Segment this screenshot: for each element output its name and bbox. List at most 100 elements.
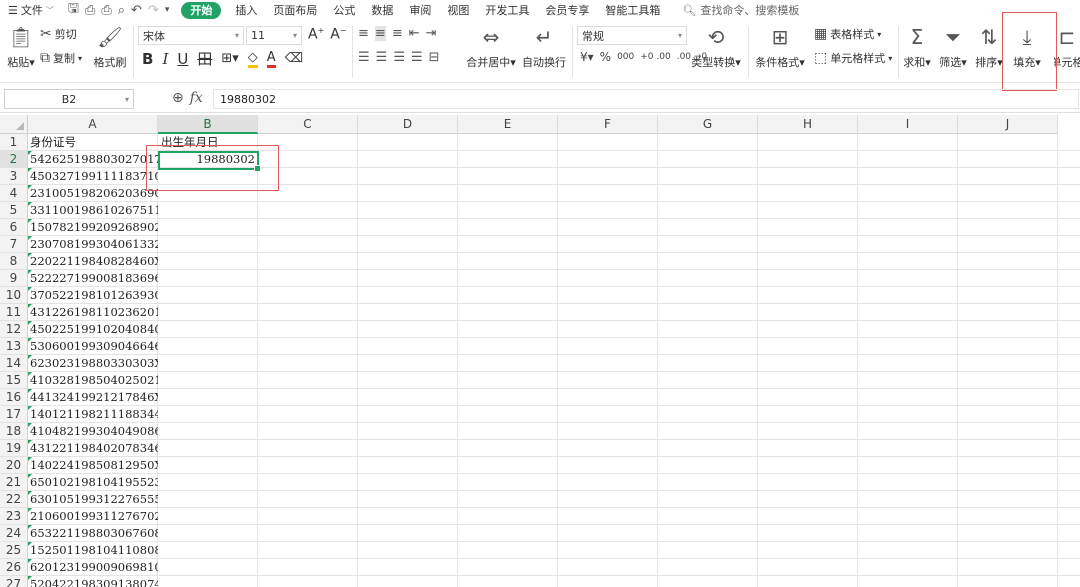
- cell-a[interactable]: 231005198206203690: [28, 185, 158, 201]
- cell-a[interactable]: 520422198309138074: [28, 576, 158, 587]
- decrease-font-icon[interactable]: A−: [330, 26, 346, 43]
- justify-icon[interactable]: ☰: [411, 50, 423, 65]
- column-header-g[interactable]: G: [658, 115, 758, 134]
- row-header[interactable]: 13: [0, 338, 28, 355]
- thousands-icon[interactable]: 000: [617, 52, 634, 62]
- row-header[interactable]: 7: [0, 236, 28, 253]
- cell-a[interactable]: 410482199304049086: [28, 423, 158, 439]
- cell-button[interactable]: ⊏ 单元格: [1054, 24, 1080, 70]
- print-icon[interactable]: ⎙: [101, 3, 111, 18]
- increase-font-icon[interactable]: A+: [308, 26, 324, 43]
- tab-smart-toolbox[interactable]: 智能工具箱: [597, 0, 668, 20]
- row-header[interactable]: 24: [0, 525, 28, 542]
- align-right-icon[interactable]: ☰: [393, 50, 405, 65]
- export-icon[interactable]: ⎙: [85, 3, 95, 18]
- font-name-select[interactable]: 宋体 ▾: [138, 26, 244, 45]
- font-color-icon[interactable]: A: [266, 50, 276, 68]
- indent-decrease-icon[interactable]: ⇤: [409, 26, 420, 41]
- cell-a[interactable]: 210600199311276702: [28, 508, 158, 524]
- cell-a[interactable]: 542625198803027017: [28, 151, 158, 167]
- tab-review[interactable]: 审阅: [401, 0, 439, 20]
- paste-button[interactable]: 📋︎ 粘贴▾: [6, 24, 36, 70]
- cell-a[interactable]: 650102198104195523: [28, 474, 158, 490]
- tab-home[interactable]: 开始: [181, 1, 222, 19]
- align-top-icon[interactable]: ≡: [358, 26, 369, 41]
- column-header-d[interactable]: D: [358, 115, 458, 134]
- column-header-a[interactable]: A: [28, 115, 158, 134]
- select-all-corner[interactable]: [0, 115, 28, 134]
- formula-input[interactable]: 19880302: [213, 89, 1079, 109]
- align-center-icon[interactable]: ☰: [376, 50, 388, 65]
- row-header[interactable]: 11: [0, 304, 28, 321]
- row-header[interactable]: 1: [0, 134, 28, 151]
- number-format-select[interactable]: 常规 ▾: [577, 26, 687, 45]
- cell-a[interactable]: 22022119840828460X: [28, 253, 158, 269]
- row-header[interactable]: 2: [0, 151, 28, 168]
- row-header[interactable]: 26: [0, 559, 28, 576]
- file-menu[interactable]: ☰ 文件 ﹀: [0, 0, 62, 20]
- row-header[interactable]: 14: [0, 355, 28, 372]
- type-convert-button[interactable]: ⟲ 类型转换▾: [691, 24, 741, 70]
- row-header[interactable]: 25: [0, 542, 28, 559]
- undo-icon[interactable]: ↶: [131, 3, 142, 18]
- cell-a[interactable]: 620123199009069810: [28, 559, 158, 575]
- cut-button[interactable]: ✂ 剪切: [40, 26, 77, 42]
- cell-a[interactable]: 410328198504025021: [28, 372, 158, 388]
- sum-button[interactable]: Σ 求和▾: [903, 24, 931, 70]
- name-box[interactable]: B2 ▾: [4, 89, 134, 109]
- row-header[interactable]: 9: [0, 270, 28, 287]
- tab-page-layout[interactable]: 页面布局: [265, 0, 325, 20]
- underline-icon[interactable]: U: [177, 50, 188, 68]
- cell-a[interactable]: 370522198101263930: [28, 287, 158, 303]
- row-header[interactable]: 27: [0, 576, 28, 587]
- print-preview-icon[interactable]: ⌕: [118, 3, 125, 18]
- cell-a[interactable]: 150782199209268902: [28, 219, 158, 235]
- row-header[interactable]: 5: [0, 202, 28, 219]
- cell-a[interactable]: 522227199008183696: [28, 270, 158, 286]
- column-header-h[interactable]: H: [758, 115, 858, 134]
- fill-color-icon[interactable]: ◇: [247, 50, 258, 68]
- bold-icon[interactable]: B: [142, 50, 153, 68]
- format-painter-button[interactable]: 🖌︎ 格式刷: [92, 24, 128, 70]
- align-bottom-icon[interactable]: ≡: [392, 26, 403, 41]
- row-header[interactable]: 4: [0, 185, 28, 202]
- row-header[interactable]: 15: [0, 372, 28, 389]
- cell-a[interactable]: 331100198610267511: [28, 202, 158, 218]
- cell-a[interactable]: 450225199102040840: [28, 321, 158, 337]
- font-size-select[interactable]: 11 ▾: [246, 26, 302, 45]
- column-header-i[interactable]: I: [858, 115, 958, 134]
- cell-a[interactable]: 450327199111183710: [28, 168, 158, 184]
- row-header[interactable]: 8: [0, 253, 28, 270]
- cell-a[interactable]: 44132419921217846X: [28, 389, 158, 405]
- active-cell-b2[interactable]: [158, 151, 261, 172]
- row-header[interactable]: 12: [0, 321, 28, 338]
- cell-a[interactable]: 152501198104110808: [28, 542, 158, 558]
- redo-icon[interactable]: ↷: [148, 3, 159, 18]
- fx-icon[interactable]: fx: [190, 90, 203, 106]
- column-header-f[interactable]: F: [558, 115, 658, 134]
- row-header[interactable]: 3: [0, 168, 28, 185]
- tab-view[interactable]: 视图: [439, 0, 477, 20]
- cell-style-button[interactable]: ⬚ 单元格样式 ▾: [814, 50, 892, 66]
- cell-a[interactable]: 14022419850812950X: [28, 457, 158, 473]
- filter-button[interactable]: ⏷ 筛选▾: [939, 24, 967, 70]
- conditional-format-button[interactable]: ⊞ 条件格式▾: [755, 24, 805, 70]
- row-header[interactable]: 19: [0, 440, 28, 457]
- copy-button[interactable]: ⧉ 复制 ▾: [40, 50, 82, 66]
- row-header[interactable]: 18: [0, 423, 28, 440]
- cell-a[interactable]: 431226198110236201: [28, 304, 158, 320]
- percent-icon[interactable]: %: [600, 50, 611, 64]
- currency-icon[interactable]: ¥▾: [580, 50, 594, 64]
- tab-data[interactable]: 数据: [363, 0, 401, 20]
- increase-decimal-icon[interactable]: +0 .00: [640, 52, 670, 62]
- row-header[interactable]: 10: [0, 287, 28, 304]
- row-header[interactable]: 17: [0, 406, 28, 423]
- zoom-icon[interactable]: ⊕: [172, 90, 184, 106]
- row-header[interactable]: 23: [0, 508, 28, 525]
- column-header-e[interactable]: E: [458, 115, 558, 134]
- align-middle-icon[interactable]: ≡: [374, 26, 386, 41]
- clear-icon[interactable]: ⌫: [285, 51, 303, 66]
- cell-a[interactable]: 431221198402078346: [28, 440, 158, 456]
- sort-button[interactable]: ⇅ 排序▾: [975, 24, 1003, 70]
- column-header-j[interactable]: J: [958, 115, 1058, 134]
